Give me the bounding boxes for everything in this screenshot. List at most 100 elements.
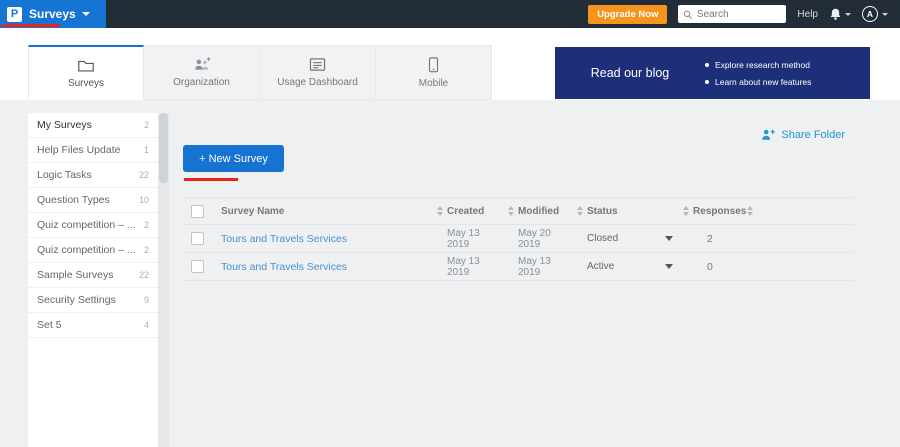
folder-count: 2	[144, 120, 149, 130]
folder-label: Quiz competition – ...	[37, 219, 136, 231]
header-survey-name: Survey Name	[221, 206, 433, 217]
responses-count: 2	[707, 233, 713, 245]
bell-icon	[829, 7, 842, 21]
status-dropdown-caret[interactable]	[665, 264, 673, 269]
tab-label: Usage Dashboard	[277, 77, 358, 88]
created-date: May 13 2019	[447, 228, 504, 250]
survey-name-link[interactable]: Tours and Travels Services	[221, 261, 347, 273]
tab-label: Mobile	[419, 78, 448, 89]
folder-count: 2	[144, 220, 149, 230]
main-panel: Share Folder + New Survey Survey Name Cr…	[183, 100, 855, 447]
folder-icon	[77, 58, 95, 73]
survey-row: Tours and Travels Services May 13 2019 M…	[183, 253, 855, 281]
sidebar-folder-item[interactable]: Security Settings 9	[28, 288, 158, 313]
surveys-table: Survey Name Created Modified Status Resp…	[183, 197, 855, 281]
folder-count: 22	[139, 270, 149, 280]
app-switcher[interactable]: P Surveys	[0, 0, 106, 28]
avatar: A	[862, 6, 878, 22]
survey-name-cell: Tours and Travels Services	[221, 261, 433, 273]
tabs: Surveys Organization Usage Dashboard	[28, 45, 492, 100]
status-value: Active	[587, 261, 614, 272]
responses-cell: 0	[693, 261, 743, 273]
select-all-checkbox[interactable]	[191, 205, 204, 218]
tab-mobile[interactable]: Mobile	[376, 45, 492, 100]
blog-bullet: Learn about new features	[705, 77, 811, 87]
header-status: Status	[587, 206, 679, 217]
table-header-row: Survey Name Created Modified Status Resp…	[183, 197, 855, 225]
search-icon	[683, 9, 692, 20]
folder-count: 4	[144, 320, 149, 330]
tab-surveys[interactable]: Surveys	[28, 45, 144, 100]
tab-organization[interactable]: Organization	[144, 45, 260, 100]
chevron-down-icon	[882, 13, 888, 16]
folder-count: 9	[144, 295, 149, 305]
folder-count: 22	[139, 170, 149, 180]
survey-name-link[interactable]: Tours and Travels Services	[221, 233, 347, 245]
topbar: P Surveys Upgrade Now Help A	[0, 0, 900, 28]
modified-date: May 20 2019	[518, 228, 573, 250]
account-menu[interactable]: A	[862, 6, 888, 22]
folder-label: Set 5	[37, 319, 62, 331]
sidebar-folder-item[interactable]: Logic Tasks 22	[28, 163, 158, 188]
blog-bullet-text: Explore research method	[715, 60, 810, 70]
new-survey-button[interactable]: + New Survey	[183, 145, 284, 172]
annotation-underline	[184, 178, 238, 181]
search-input[interactable]	[697, 9, 782, 20]
blog-bullet: Explore research method	[705, 60, 811, 70]
upgrade-button[interactable]: Upgrade Now	[588, 5, 667, 24]
folders-sidebar: My Surveys 2 Help Files Update 1 Logic T…	[28, 113, 158, 447]
responses-cell: 2	[693, 233, 743, 245]
bullet-dot-icon	[705, 80, 709, 84]
header-checkbox-cell	[191, 205, 221, 218]
app-menu-surveys[interactable]: Surveys	[29, 7, 90, 21]
bullet-dot-icon	[705, 63, 709, 67]
sidebar-folder-item[interactable]: Quiz competition – ... 2	[28, 238, 158, 263]
folder-label: Help Files Update	[37, 144, 120, 156]
blog-bullets: Explore research method Learn about new …	[705, 60, 811, 87]
sort-icon[interactable]	[504, 206, 518, 216]
sidebar-folder-item[interactable]: My Surveys 2	[28, 113, 158, 138]
share-folder-button[interactable]: Share Folder	[759, 128, 845, 141]
survey-name-cell: Tours and Travels Services	[221, 233, 433, 245]
chevron-down-icon	[845, 13, 851, 16]
folder-count: 10	[139, 195, 149, 205]
sort-icon[interactable]	[433, 206, 447, 216]
search-box[interactable]	[678, 5, 786, 23]
blog-banner[interactable]: Read our blog Explore research method Le…	[555, 47, 870, 99]
sidebar-folder-item[interactable]: Sample Surveys 22	[28, 263, 158, 288]
tab-usage-dashboard[interactable]: Usage Dashboard	[260, 45, 376, 100]
folder-label: Question Types	[37, 194, 110, 206]
folder-count: 1	[144, 145, 149, 155]
sort-icon[interactable]	[743, 206, 757, 216]
topbar-actions: Upgrade Now Help A	[588, 5, 900, 24]
sort-icon[interactable]	[573, 206, 587, 216]
survey-row: Tours and Travels Services May 13 2019 M…	[183, 225, 855, 253]
row-checkbox-cell	[191, 260, 221, 273]
sidebar-folder-item[interactable]: Question Types 10	[28, 188, 158, 213]
created-date: May 13 2019	[447, 256, 504, 278]
help-link[interactable]: Help	[797, 9, 818, 20]
tab-label: Organization	[173, 77, 230, 88]
tab-label: Surveys	[68, 78, 104, 89]
notifications-menu[interactable]	[829, 7, 851, 21]
folder-label: Logic Tasks	[37, 169, 92, 181]
scrollbar-thumb[interactable]	[159, 113, 168, 183]
status-dropdown-caret[interactable]	[665, 236, 673, 241]
sidebar-folder-item[interactable]: Help Files Update 1	[28, 138, 158, 163]
folder-label: Security Settings	[37, 294, 116, 306]
status-cell: Closed	[587, 233, 679, 244]
folder-label: Sample Surveys	[37, 269, 113, 281]
people-icon	[192, 57, 211, 72]
sidebar-folder-item[interactable]: Set 5 4	[28, 313, 158, 338]
sidebar-folder-item[interactable]: Quiz competition – ... 2	[28, 213, 158, 238]
app-menu-label: Surveys	[29, 7, 76, 21]
sort-icon[interactable]	[679, 206, 693, 216]
sidebar-scrollbar[interactable]	[158, 113, 169, 447]
folder-count: 2	[144, 245, 149, 255]
row-checkbox[interactable]	[191, 260, 204, 273]
chevron-down-icon	[82, 12, 90, 16]
blog-bullet-text: Learn about new features	[715, 77, 811, 87]
row-checkbox[interactable]	[191, 232, 204, 245]
status-value: Closed	[587, 233, 618, 244]
dashboard-icon	[309, 57, 326, 72]
